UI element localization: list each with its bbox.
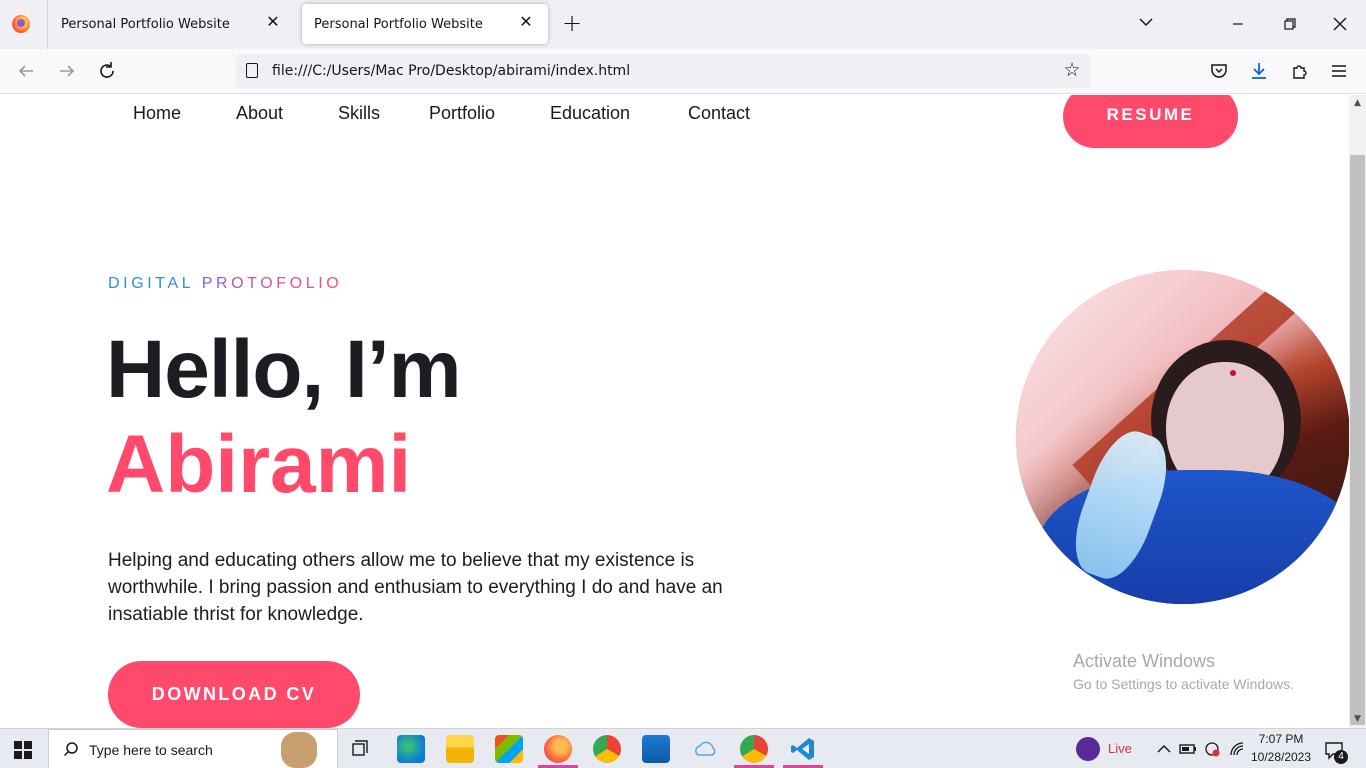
- notification-count-badge: 4: [1334, 750, 1348, 764]
- tab-title: Personal Portfolio Website: [61, 17, 230, 32]
- tab-close-icon[interactable]: ✕: [516, 12, 536, 32]
- resume-button[interactable]: RESUME: [1063, 95, 1238, 148]
- page-scrollbar[interactable]: ▲ ▼: [1349, 95, 1366, 728]
- mail-icon[interactable]: [642, 735, 670, 763]
- hero-greeting: Hello, I’m: [106, 324, 462, 415]
- battery-icon[interactable]: [1178, 735, 1198, 763]
- extensions-icon[interactable]: [1288, 59, 1312, 83]
- scrollbar-thumb[interactable]: [1350, 155, 1365, 725]
- page-viewport: Home About Skills Portfolio Education Co…: [0, 95, 1349, 728]
- hero-intro-text: Helping and educating others allow me to…: [108, 550, 723, 625]
- restore-icon[interactable]: [1278, 12, 1302, 36]
- close-window-icon[interactable]: [1328, 12, 1352, 36]
- download-cv-label: DOWNLOAD CV: [151, 684, 317, 704]
- task-view-icon[interactable]: [347, 735, 375, 763]
- hero-eyebrow: DIGITAL PROTOFOLIO: [108, 275, 342, 293]
- search-highlight-icon: [281, 732, 317, 768]
- hero-name: Abirami: [106, 419, 412, 510]
- downloads-icon[interactable]: [1247, 59, 1271, 83]
- show-hidden-icons-icon[interactable]: [1154, 735, 1174, 763]
- page-icon: [246, 63, 258, 78]
- pocket-icon[interactable]: [1207, 59, 1231, 83]
- resume-button-label: RESUME: [1106, 105, 1195, 124]
- reload-icon[interactable]: [95, 59, 119, 83]
- download-cv-button[interactable]: DOWNLOAD CV: [108, 661, 360, 728]
- profile-photo: [1016, 270, 1349, 604]
- address-bar[interactable]: file:///C:/Users/Mac Pro/Desktop/abirami…: [236, 54, 1090, 88]
- live-stream-icon[interactable]: [1076, 737, 1100, 761]
- minimize-icon[interactable]: [1226, 12, 1250, 36]
- nav-link-home[interactable]: Home: [133, 103, 181, 124]
- file-explorer-icon[interactable]: [446, 735, 474, 763]
- edge-icon[interactable]: [397, 735, 425, 763]
- tab-close-icon[interactable]: ✕: [263, 12, 283, 32]
- search-icon: [63, 741, 79, 761]
- tab-title: Personal Portfolio Website: [314, 17, 483, 32]
- new-tab-icon[interactable]: +: [560, 11, 584, 36]
- tab-separator: [47, 0, 48, 49]
- eyebrow-part-portfolio: PROTOFOLIO: [201, 275, 343, 292]
- bookmark-star-icon[interactable]: ☆: [1060, 58, 1084, 82]
- weather-icon[interactable]: [691, 735, 719, 763]
- clock-time[interactable]: 7:07 PM: [1250, 732, 1312, 746]
- search-placeholder: Type here to search: [89, 742, 213, 758]
- menu-icon[interactable]: [1327, 59, 1351, 83]
- firefox-taskbar-icon[interactable]: [544, 735, 572, 763]
- list-all-tabs-icon[interactable]: [1136, 12, 1156, 32]
- browser-tab-active[interactable]: Personal Portfolio Website ✕: [302, 4, 548, 44]
- live-label[interactable]: Live: [1108, 741, 1132, 756]
- activate-windows-watermark: Activate Windows Go to Settings to activ…: [1073, 651, 1294, 692]
- clock-date[interactable]: 10/28/2023: [1250, 750, 1312, 764]
- vscode-icon[interactable]: [789, 735, 817, 763]
- nav-link-about[interactable]: About: [236, 103, 283, 124]
- chrome-profile-icon[interactable]: [740, 735, 768, 763]
- microsoft-store-icon[interactable]: [495, 735, 523, 763]
- nav-link-education[interactable]: Education: [550, 103, 630, 124]
- scroll-down-icon[interactable]: ▼: [1352, 714, 1363, 725]
- scroll-up-icon[interactable]: ▲: [1352, 98, 1363, 109]
- url-text[interactable]: file:///C:/Users/Mac Pro/Desktop/abirami…: [272, 63, 630, 79]
- nav-link-contact[interactable]: Contact: [688, 103, 750, 124]
- firefox-icon[interactable]: [12, 15, 30, 33]
- windows-start-icon[interactable]: [14, 741, 32, 759]
- eyebrow-part-digital: DIGITAL: [108, 275, 202, 292]
- wifi-icon[interactable]: [1228, 735, 1248, 763]
- windows-taskbar: Type here to search Live 7:07 PM 10/28/2…: [0, 728, 1366, 768]
- back-icon[interactable]: [14, 59, 38, 83]
- forward-icon[interactable]: [55, 59, 79, 83]
- browser-toolbar: file:///C:/Users/Mac Pro/Desktop/abirami…: [0, 49, 1366, 94]
- network-icon[interactable]: [1202, 735, 1222, 763]
- chrome-icon[interactable]: [593, 735, 621, 763]
- watermark-title: Activate Windows: [1073, 651, 1216, 671]
- nav-link-portfolio[interactable]: Portfolio: [429, 103, 495, 124]
- browser-tab[interactable]: Personal Portfolio Website ✕: [49, 4, 295, 44]
- watermark-subtitle: Go to Settings to activate Windows.: [1073, 676, 1294, 692]
- browser-tab-strip: Personal Portfolio Website ✕ Personal Po…: [0, 0, 1366, 49]
- nav-link-skills[interactable]: Skills: [338, 103, 380, 124]
- taskbar-search-box[interactable]: Type here to search: [48, 729, 338, 768]
